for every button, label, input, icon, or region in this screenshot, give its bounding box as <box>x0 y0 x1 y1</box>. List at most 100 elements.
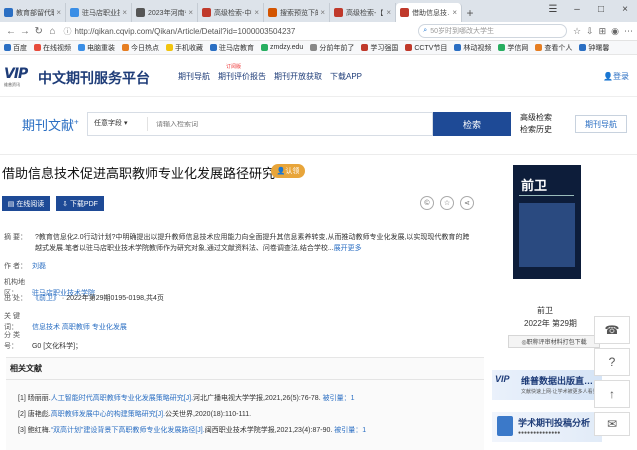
related-heading: 相关文献 <box>10 364 42 373</box>
window-close-icon[interactable]: × <box>613 0 637 20</box>
cite-icon[interactable]: © <box>420 196 434 210</box>
minimize-icon[interactable]: – <box>565 0 589 20</box>
extensions-icon[interactable]: ⊞ <box>599 26 607 37</box>
login-link[interactable]: 👤登录 <box>603 71 629 82</box>
more-icon[interactable]: ⋯ <box>624 26 633 37</box>
tab-label: 教育部留代职… <box>16 9 54 17</box>
ref-title-link[interactable]: 高职教师发展中心的构建策略研究[J]. <box>51 411 165 418</box>
tab-favicon-icon <box>268 8 277 17</box>
close-icon[interactable]: × <box>122 8 127 17</box>
bookmark-item[interactable]: 分前年前了 <box>310 43 354 53</box>
cover-image <box>519 203 575 267</box>
journal-nav-button[interactable]: 期刊导航 <box>575 115 627 133</box>
forward-icon[interactable]: → <box>18 26 32 37</box>
bookmark-item[interactable]: zmdzy.edu <box>261 44 303 51</box>
nav-download-app[interactable]: 下载APP <box>330 71 362 82</box>
nav-open-access[interactable]: 期刊开放获取 <box>274 71 322 82</box>
journal-name[interactable]: 前卫 <box>537 305 553 316</box>
back-icon[interactable]: ← <box>4 26 18 37</box>
author-link[interactable]: 刘磊 <box>32 263 46 270</box>
favorite-icon[interactable]: ☆ <box>440 196 454 210</box>
user-icon: 👤 <box>603 72 613 81</box>
site-logo[interactable]: VIP 维普资讯 <box>4 66 34 87</box>
browser-tab[interactable]: 高级检索-中国…× <box>198 3 264 22</box>
new-tab-button[interactable]: + <box>462 3 478 22</box>
browser-tab-active[interactable]: 借助信息技… × <box>396 3 462 22</box>
bookmark-label: 电脑重装 <box>87 44 115 52</box>
ref-cited[interactable]: 被引量：1 <box>323 395 355 402</box>
download-icon[interactable]: ⇩ <box>586 26 594 37</box>
divider <box>6 379 484 380</box>
article-title: 借助信息技术促进高职教师专业化发展路径研究 <box>2 166 276 181</box>
browser-search-input[interactable]: ⌕ 50岁时到哪改大学生 <box>418 24 567 38</box>
bundle-download-button[interactable]: ◎职称评审材料打包下载 <box>508 335 600 348</box>
back-to-top-icon[interactable]: ↑ <box>594 380 630 408</box>
reload-icon[interactable]: ↻ <box>32 26 46 37</box>
download-icon: ⇩ <box>62 200 68 208</box>
browser-tab[interactable]: 教育部留代职…× <box>0 3 66 22</box>
browser-tab[interactable]: 搜索预览下的…× <box>264 3 330 22</box>
brand-label: 期刊文献 <box>22 118 75 133</box>
share-icon[interactable]: ⋖ <box>460 196 474 210</box>
bookmark-star-icon[interactable]: ☆ <box>573 26 581 37</box>
ad-banner-submission[interactable]: 学术期刊投稿分析 ●●●●●●●●●●●●●● <box>492 412 602 442</box>
bookmark-item[interactable]: 驻马店教育 <box>210 43 254 53</box>
ad-title: 学术期刊投稿分析 <box>518 418 591 428</box>
search-history-link[interactable]: 检索历史 <box>520 124 552 136</box>
user-icon[interactable]: ◉ <box>611 26 619 37</box>
meta-label: 作 者： <box>4 263 27 270</box>
keyword-link[interactable]: 专业化发展 <box>92 324 127 331</box>
close-icon[interactable]: × <box>254 8 259 17</box>
book-icon: ▤ <box>7 200 15 208</box>
ad-banner-publishing[interactable]: VIP 维普数据出版直… 文献快速上网·让学术被更多人看见 <box>492 370 602 400</box>
ref-title-link[interactable]: 人工智能时代高职教师专业化发展策略研究[J]. <box>51 395 193 402</box>
ref-number: [2] <box>18 411 26 418</box>
scope-select[interactable]: 任意字段 ▾ <box>88 117 148 131</box>
bookmark-item[interactable]: 今日热点 <box>122 43 159 53</box>
close-icon[interactable]: × <box>320 8 325 17</box>
close-icon[interactable]: × <box>188 8 193 17</box>
ref-title-link[interactable]: “双高计划”建设背景下高职教师专业化发展路径[J]. <box>51 427 205 434</box>
close-icon[interactable]: × <box>386 8 391 17</box>
url-field[interactable]: ⓘ http://qikan.cqvip.com/Qikan/Article/D… <box>64 24 413 38</box>
nav-evaluation-report[interactable]: 订阅版 期刊评价报告 <box>218 64 266 82</box>
search-input[interactable] <box>148 120 432 128</box>
bookmark-item[interactable]: 手机收藏 <box>166 43 203 53</box>
reference-item: [1] 旸丽丽.人工智能时代高职教师专业化发展策略研究[J].河北广播电视大学学… <box>18 391 366 407</box>
bookmark-item[interactable]: 学信网 <box>498 43 528 53</box>
customer-service-icon[interactable]: ☎ <box>594 316 630 344</box>
home-icon[interactable]: ⌂ <box>46 26 60 37</box>
feedback-icon[interactable]: ✉ <box>594 412 630 436</box>
help-icon[interactable]: ? <box>594 348 630 376</box>
bookmark-item[interactable]: 林动视频 <box>454 43 491 53</box>
browser-tab[interactable]: 驻马店职业技…× <box>66 3 132 22</box>
bookmark-item[interactable]: 百度 <box>4 43 27 53</box>
journal-cover[interactable]: 前卫 <box>513 165 581 279</box>
browser-tab[interactable]: 2023年河南省…× <box>132 3 198 22</box>
read-online-button[interactable]: ▤ 在线阅读 <box>2 196 50 211</box>
bookmark-item[interactable]: CCTV节目 <box>405 43 447 53</box>
bookmark-item[interactable]: 查看个人 <box>535 43 572 53</box>
ref-cited[interactable]: 被引量：1 <box>334 427 366 434</box>
bookmark-item[interactable]: 钟曙馨 <box>579 43 609 53</box>
bookmark-item[interactable]: 学习强国 <box>361 43 398 53</box>
tab-favicon-icon <box>136 8 145 17</box>
menu-icon[interactable]: ☰ <box>541 0 565 20</box>
nav-journal-guide[interactable]: 期刊导航 <box>178 71 210 82</box>
close-icon[interactable]: × <box>56 8 61 17</box>
bookmark-item[interactable]: 在线视频 <box>34 43 71 53</box>
bookmark-item[interactable]: 电脑重装 <box>78 43 115 53</box>
expand-more-link[interactable]: 展开更多 <box>334 245 362 252</box>
url-text: http://qikan.cqvip.com/Qikan/Article/Det… <box>74 26 296 36</box>
advanced-search-link[interactable]: 高级检索 <box>520 112 552 124</box>
search-button[interactable]: 检索 <box>433 112 511 136</box>
maximize-icon[interactable]: □ <box>589 0 613 20</box>
abstract: 摘 要： ?教育信息化2.0行动计划?中明确提出以提升教师信息技术应用能力向全面… <box>4 232 472 254</box>
browser-tab[interactable]: 高级检索-【…× <box>330 3 396 22</box>
search-band: 期刊文献+ 任意字段 ▾ 检索 高级检索 检索历史 期刊导航 <box>0 97 637 155</box>
source-journal-link[interactable]: 《前卫》 <box>32 295 60 302</box>
close-icon[interactable]: × <box>452 8 457 17</box>
download-pdf-button[interactable]: ⇩ 下载PDF <box>56 196 104 211</box>
bookmark-favicon-icon <box>405 44 413 51</box>
claim-badge[interactable]: 👤 认领 <box>271 164 305 178</box>
